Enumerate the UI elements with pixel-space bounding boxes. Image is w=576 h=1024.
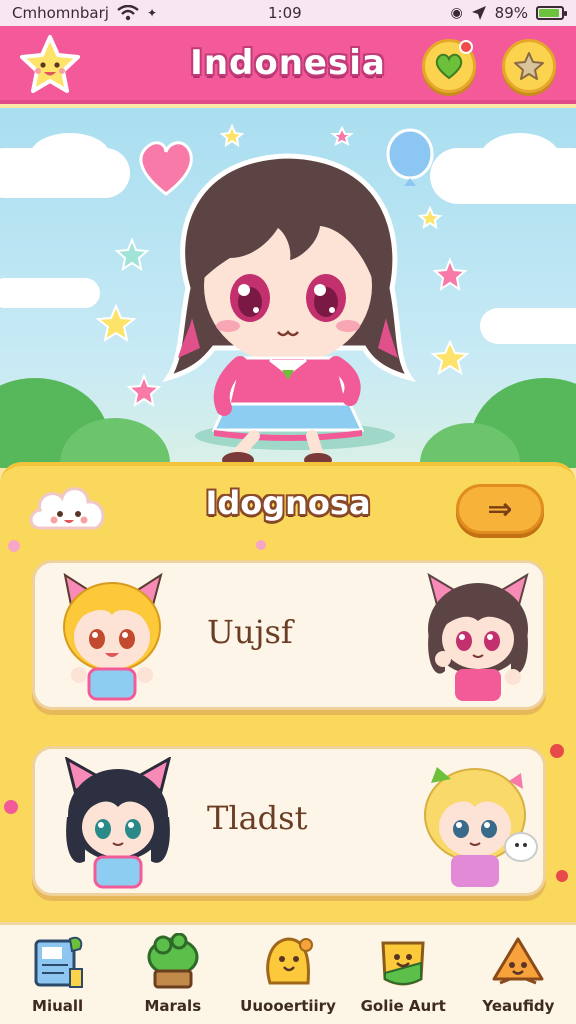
nav-label: Uuooertiiry	[240, 997, 336, 1015]
signal-dot-icon: ✦	[146, 6, 157, 20]
blonde-girl-with-pets-avatar	[424, 767, 538, 887]
carrier-label: Cmhomnbarj	[12, 4, 109, 22]
confetti-dot	[256, 540, 266, 550]
star-icon	[514, 52, 544, 80]
status-time: 1:09	[268, 4, 302, 22]
rating-button[interactable]	[502, 39, 556, 93]
nav-item-uuooertiiry[interactable]: Uuooertiiry	[230, 925, 345, 1024]
anime-girl-character	[161, 153, 416, 468]
tree-icon	[147, 933, 199, 989]
notification-dot	[459, 40, 473, 54]
battery-icon	[536, 6, 567, 20]
card-title: Tladst	[207, 799, 308, 837]
black-hair-cat-girl-avatar	[64, 757, 172, 889]
slice-mascot-icon	[492, 937, 544, 985]
nav-label: Marals	[144, 997, 202, 1015]
favorites-button[interactable]	[422, 39, 476, 93]
document-icon	[34, 936, 83, 988]
featured-panel: Idognosa ⇒ Uujsf Tladst	[0, 462, 576, 922]
nav-item-golie-aurt[interactable]: Golie Aurt	[346, 925, 461, 1024]
app-header: Indonesia	[0, 26, 576, 104]
nav-item-yeaufidy[interactable]: Yeaufidy	[461, 925, 576, 1024]
confetti-dot	[4, 800, 18, 814]
character-card[interactable]: Tladst	[32, 746, 546, 896]
nav-label: Yeaufidy	[482, 997, 555, 1015]
nav-label: Golie Aurt	[360, 997, 446, 1015]
nav-item-marals[interactable]: Marals	[115, 925, 230, 1024]
blonde-cat-girl-avatar	[63, 572, 163, 701]
heart-icon	[435, 53, 463, 80]
page-title: Indonesia	[190, 43, 386, 83]
confetti-dot	[556, 870, 568, 882]
heart-balloon-icon	[139, 141, 193, 196]
status-bar: Cmhomnbarj ✦ 1:09 ◉ 89%	[0, 0, 576, 26]
card-title: Uujsf	[207, 613, 293, 651]
brunette-cat-girl-avatar	[427, 572, 529, 701]
smiling-star-icon[interactable]	[18, 34, 82, 96]
confetti-dot	[8, 540, 20, 552]
nav-item-miuall[interactable]: Miuall	[0, 925, 115, 1024]
location-arrow-icon	[471, 6, 486, 20]
star-decoration-icon	[114, 237, 150, 272]
wifi-icon	[117, 5, 139, 21]
panel-title: Idognosa	[205, 484, 371, 522]
next-button[interactable]: ⇒	[456, 484, 544, 534]
battery-level	[539, 9, 559, 17]
confetti-dot	[550, 744, 564, 758]
arrow-right-icon: ⇒	[487, 491, 513, 527]
cloud-face-icon	[29, 487, 105, 530]
blue-balloon-icon	[386, 128, 434, 186]
bottom-navigation: Miuall Marals Uuooertiiry Golie Aurt Yea…	[0, 922, 576, 1024]
battery-percent: 89%	[494, 4, 528, 22]
nav-label: Miuall	[32, 997, 84, 1015]
hero-banner	[0, 108, 576, 468]
bag-icon	[381, 941, 425, 986]
blob-mascot-icon	[266, 937, 313, 985]
eye-icon: ◉	[450, 5, 463, 21]
hero-illustration	[95, 123, 470, 468]
character-card[interactable]: Uujsf	[32, 560, 546, 710]
